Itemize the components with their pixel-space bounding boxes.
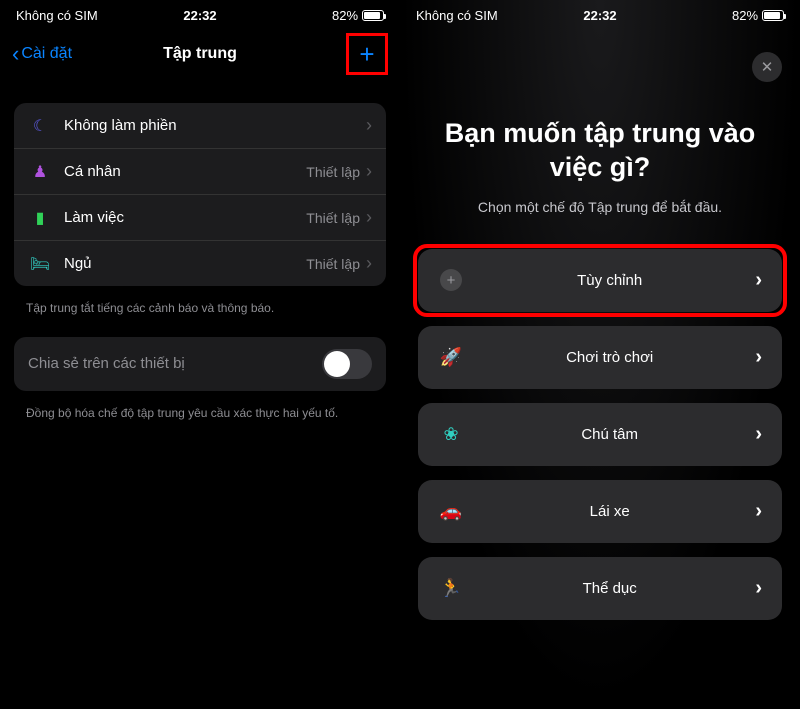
chevron-right-icon: › — [366, 115, 372, 136]
share-label: Chia sẻ trên các thiết bị — [28, 355, 185, 372]
bed-icon: 🛏 — [28, 254, 52, 274]
battery-icon — [762, 10, 784, 21]
person-icon: ♟ — [28, 162, 52, 182]
close-icon: ✕ — [761, 58, 774, 76]
status-bar: Không có SIM 22:32 82% — [0, 0, 400, 27]
plus-circle-icon: + — [438, 269, 464, 292]
focus-footer-text: Tập trung tắt tiếng các cảnh báo và thôn… — [0, 292, 400, 317]
carrier-text: Không có SIM — [416, 8, 539, 23]
battery-status: 82% — [261, 8, 384, 23]
focus-row-sleep[interactable]: 🛏 Ngủ Thiết lập › — [14, 240, 386, 286]
back-label: Cài đặt — [21, 45, 72, 63]
focus-row-work[interactable]: ▮ Làm việc Thiết lập › — [14, 194, 386, 240]
flower-icon: ❀ — [438, 424, 464, 445]
chevron-right-icon: › — [755, 577, 762, 600]
share-across-devices-row[interactable]: Chia sẻ trên các thiết bị — [14, 337, 386, 391]
chevron-right-icon: › — [366, 161, 372, 182]
nav-bar: ‹ Cài đặt Tập trung + — [0, 27, 400, 85]
clock: 22:32 — [139, 8, 262, 23]
chevron-left-icon: ‹ — [12, 43, 19, 65]
focus-settings-screen: Không có SIM 22:32 82% ‹ Cài đặt Tập tru… — [0, 0, 400, 709]
picker-title: Bạn muốn tập trung vào việc gì? — [418, 117, 782, 185]
running-icon: 🏃 — [438, 578, 464, 599]
share-toggle[interactable] — [322, 349, 372, 379]
option-mindfulness[interactable]: ❀ Chú tâm › — [418, 403, 782, 466]
add-focus-button[interactable]: + — [346, 33, 388, 75]
car-icon: 🚗 — [438, 501, 464, 522]
rocket-icon: 🚀 — [438, 347, 464, 368]
moon-icon: ☾ — [28, 116, 52, 136]
chevron-right-icon: › — [755, 269, 762, 292]
share-footer-text: Đồng bộ hóa chế độ tập trung yêu cầu xác… — [0, 397, 400, 422]
battery-icon — [362, 10, 384, 21]
chevron-right-icon: › — [366, 207, 372, 228]
back-button[interactable]: ‹ Cài đặt — [12, 43, 72, 65]
clock: 22:32 — [539, 8, 662, 23]
focus-picker-screen: Không có SIM 22:32 82% ✕ Bạn muốn tập tr… — [400, 0, 800, 709]
option-custom[interactable]: + Tùy chỉnh › — [418, 249, 782, 312]
battery-status: 82% — [661, 8, 784, 23]
chevron-right-icon: › — [755, 500, 762, 523]
focus-row-dnd[interactable]: ☾ Không làm phiền › — [14, 103, 386, 148]
status-bar: Không có SIM 22:32 82% — [400, 0, 800, 27]
badge-icon: ▮ — [28, 208, 52, 228]
option-gaming[interactable]: 🚀 Chơi trò chơi › — [418, 326, 782, 389]
chevron-right-icon: › — [366, 253, 372, 274]
focus-modes-list: ☾ Không làm phiền › ♟ Cá nhân Thiết lập … — [14, 103, 386, 286]
option-driving[interactable]: 🚗 Lái xe › — [418, 480, 782, 543]
carrier-text: Không có SIM — [16, 8, 139, 23]
option-fitness[interactable]: 🏃 Thể dục › — [418, 557, 782, 620]
focus-row-personal[interactable]: ♟ Cá nhân Thiết lập › — [14, 148, 386, 194]
picker-subtitle: Chọn một chế độ Tập trung để bắt đầu. — [418, 199, 782, 215]
focus-picker-content: Bạn muốn tập trung vào việc gì? Chọn một… — [400, 27, 800, 620]
focus-option-list: + Tùy chỉnh › 🚀 Chơi trò chơi › ❀ Chú tâ… — [418, 249, 782, 620]
chevron-right-icon: › — [755, 423, 762, 446]
chevron-right-icon: › — [755, 346, 762, 369]
close-button[interactable]: ✕ — [752, 52, 782, 82]
plus-icon: + — [359, 39, 374, 70]
